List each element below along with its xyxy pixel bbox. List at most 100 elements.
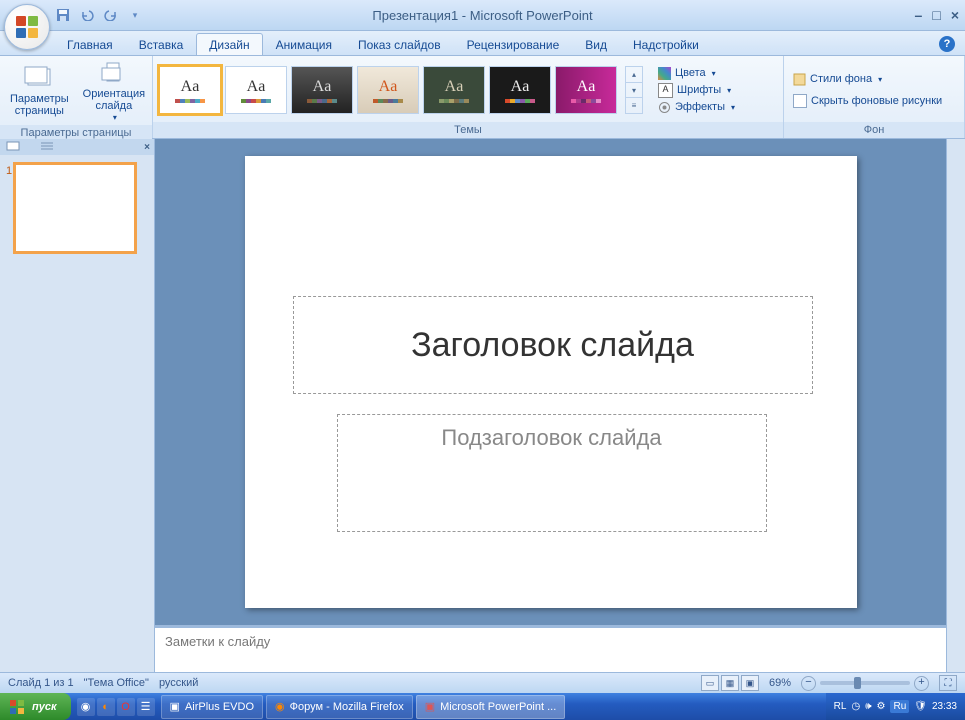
themes-more[interactable]: ▴▾≡ [625, 66, 643, 114]
tab-addins[interactable]: Надстройки [620, 33, 712, 55]
outline-tab-icon[interactable] [40, 141, 54, 154]
view-buttons: ▭ ▦ ▣ [701, 675, 759, 691]
help-button[interactable]: ? [939, 36, 955, 52]
page-setup-icon [23, 65, 55, 91]
effects-icon [658, 101, 671, 114]
tab-animation[interactable]: Анимация [263, 33, 345, 55]
status-language: русский [159, 677, 198, 689]
colors-button[interactable]: Цвета▾ [655, 66, 738, 81]
firefox-icon: ◉ [275, 700, 285, 713]
undo-icon[interactable] [78, 6, 96, 24]
maximize-button[interactable]: □ [932, 7, 940, 23]
slide-number: 1 [6, 165, 12, 251]
sorter-view-button[interactable]: ▦ [721, 675, 739, 691]
status-slide: Слайд 1 из 1 [8, 677, 74, 689]
zoom-out-button[interactable]: − [801, 676, 816, 691]
orientation-label: Ориентация слайда [83, 88, 145, 112]
slides-panel-header: × [0, 139, 154, 155]
slide-thumbnail-1[interactable] [16, 165, 134, 251]
normal-view-button[interactable]: ▭ [701, 675, 719, 691]
ql-icon-4[interactable]: ☰ [137, 698, 155, 716]
status-theme: "Тема Office" [84, 677, 149, 689]
qat-more-icon[interactable]: ▾ [126, 6, 144, 24]
window-title: Презентация1 - Microsoft PowerPoint [0, 8, 965, 23]
group-themes-label: Темы [153, 122, 783, 138]
ribbon-tabs: Главная Вставка Дизайн Анимация Показ сл… [0, 31, 965, 56]
background-styles-button[interactable]: Стили фона▾ [790, 72, 885, 87]
zoom-track[interactable] [820, 681, 910, 685]
tray-icon-1[interactable]: ◷ [851, 701, 860, 712]
vertical-scrollbar[interactable] [946, 139, 965, 672]
fonts-button[interactable]: AШрифты▾ [655, 82, 738, 99]
theme-2[interactable]: Aa [225, 66, 287, 114]
theme-7[interactable]: Aa [555, 66, 617, 114]
themes-gallery[interactable]: Aa Aa Aa Aa Aa Aa Aa [159, 66, 617, 114]
ql-icon-2[interactable]: ◐ [97, 698, 115, 716]
slideshow-view-button[interactable]: ▣ [741, 675, 759, 691]
tab-design[interactable]: Дизайн [196, 33, 262, 55]
status-bar: Слайд 1 из 1 "Тема Office" русский ▭ ▦ ▣… [0, 672, 965, 693]
tray-clock[interactable]: 23:33 [932, 701, 957, 712]
taskbar-item-3[interactable]: ▣Microsoft PowerPoint ... [416, 695, 566, 719]
quick-launch: ◉ ◐ O ☰ [77, 698, 155, 716]
zoom-in-button[interactable]: + [914, 676, 929, 691]
quick-access-toolbar: ▾ [54, 6, 144, 24]
zoom-thumb[interactable] [854, 677, 861, 689]
orientation-icon [98, 60, 130, 86]
notes-pane[interactable]: Заметки к слайду [155, 625, 946, 672]
ql-icon-1[interactable]: ◉ [77, 698, 95, 716]
ribbon: Параметры страницы Ориентация слайда▾ Па… [0, 56, 965, 139]
tab-review[interactable]: Рецензирование [454, 33, 573, 55]
fonts-icon: A [658, 83, 673, 98]
office-logo-icon [16, 16, 38, 38]
theme-3[interactable]: Aa [291, 66, 353, 114]
hide-bg-checkbox[interactable]: Скрыть фоновые рисунки [790, 93, 945, 109]
tray-icon-2[interactable]: 🕪 [865, 701, 871, 712]
office-button[interactable] [4, 4, 50, 50]
windows-logo-icon [8, 698, 26, 716]
app-icon: ▣ [170, 700, 180, 713]
windows-taskbar: пуск ◉ ◐ O ☰ ▣AirPlus EVDO ◉Форум - Mozi… [0, 693, 965, 720]
minimize-button[interactable]: – [915, 7, 923, 23]
group-background-label: Фон [784, 122, 964, 138]
theme-4[interactable]: Aa [357, 66, 419, 114]
bgstyles-icon [793, 73, 806, 86]
save-icon[interactable] [54, 6, 72, 24]
title-bar: ▾ Презентация1 - Microsoft PowerPoint – … [0, 0, 965, 31]
tray-lang[interactable]: RL [834, 701, 847, 712]
slide: Заголовок слайда Подзаголовок слайда [245, 156, 857, 608]
page-setup-button[interactable]: Параметры страницы [6, 63, 73, 119]
close-panel-button[interactable]: × [144, 142, 150, 153]
title-placeholder[interactable]: Заголовок слайда [293, 296, 813, 394]
editor-area: Заголовок слайда Подзаголовок слайда Зам… [155, 139, 946, 672]
tab-view[interactable]: Вид [572, 33, 620, 55]
theme-office[interactable]: Aa [159, 66, 221, 114]
zoom-slider[interactable]: − + [801, 676, 929, 691]
taskbar-item-1[interactable]: ▣AirPlus EVDO [161, 695, 263, 719]
fit-window-button[interactable]: ⛶ [939, 675, 957, 691]
zoom-level[interactable]: 69% [769, 677, 791, 689]
slide-orientation-button[interactable]: Ориентация слайда▾ [79, 58, 149, 125]
start-button[interactable]: пуск [0, 693, 71, 720]
theme-5[interactable]: Aa [423, 66, 485, 114]
ql-icon-3[interactable]: O [117, 698, 135, 716]
close-button[interactable]: × [951, 7, 959, 23]
page-setup-label: Параметры страницы [10, 93, 69, 117]
system-tray: RL ◷ 🕪 ⚙ Ru 🛡 23:33 [826, 693, 965, 720]
taskbar-item-2[interactable]: ◉Форум - Mozilla Firefox [266, 695, 413, 719]
tab-slideshow[interactable]: Показ слайдов [345, 33, 454, 55]
tray-lang2[interactable]: Ru [890, 700, 909, 713]
tray-icon-4[interactable]: 🛡 [914, 701, 927, 712]
tray-icon-3[interactable]: ⚙ [877, 701, 886, 712]
theme-6[interactable]: Aa [489, 66, 551, 114]
subtitle-placeholder[interactable]: Подзаголовок слайда [337, 414, 767, 532]
workspace: × 1 Заголовок слайда Подзаголовок слайда… [0, 139, 965, 672]
effects-button[interactable]: Эффекты▾ [655, 100, 738, 115]
tab-home[interactable]: Главная [54, 33, 126, 55]
colors-icon [658, 67, 671, 80]
powerpoint-icon: ▣ [425, 700, 435, 713]
tab-insert[interactable]: Вставка [126, 33, 197, 55]
slides-tab-icon[interactable] [6, 141, 20, 154]
slide-canvas[interactable]: Заголовок слайда Подзаголовок слайда [155, 139, 946, 625]
redo-icon[interactable] [102, 6, 120, 24]
